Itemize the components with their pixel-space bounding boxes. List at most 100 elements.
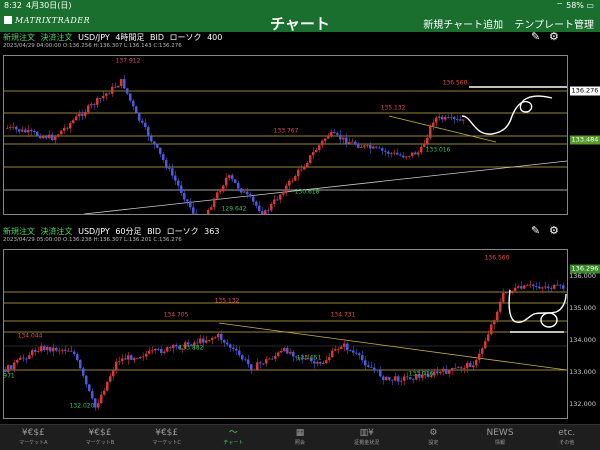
candle-body: [535, 286, 538, 287]
candle-body: [441, 116, 444, 120]
chart-canvas[interactable]: [4, 250, 567, 418]
timeframe-select[interactable]: 4時間足: [115, 33, 144, 42]
candle-body: [138, 112, 141, 121]
chart-toolbar: 新規注文 決済注文 USD/JPY 4時間足 BID ローソク 400 ✎ ⚙: [0, 31, 600, 43]
candle-body: [381, 148, 384, 151]
candle-body: [253, 369, 256, 371]
candle-body: [376, 369, 379, 371]
gear-icon[interactable]: ⚙: [549, 225, 559, 236]
settle-order-button[interactable]: 決済注文: [41, 33, 73, 42]
candle-body: [291, 180, 294, 182]
candle-body: [333, 132, 336, 134]
candle-body: [54, 136, 57, 141]
candle-body: [238, 350, 241, 356]
candle-body: [414, 152, 417, 155]
candle-body: [70, 350, 73, 352]
currency-icon: ¥€$£: [21, 428, 45, 438]
side-select[interactable]: BID: [150, 33, 164, 42]
side-select[interactable]: BID: [147, 227, 161, 236]
nav-other[interactable]: etc. その他: [533, 425, 600, 450]
currency-pair-select[interactable]: USD/JPY: [78, 33, 110, 42]
pencil-icon[interactable]: ✎: [531, 225, 540, 236]
candle-body: [351, 141, 354, 143]
y-tick: 134.000: [569, 336, 596, 344]
candle-body: [444, 116, 447, 120]
candle-body: [306, 162, 309, 167]
timeframe-select[interactable]: 60分足: [115, 227, 141, 236]
candle-body: [40, 346, 43, 352]
nav-market-a[interactable]: ¥€$£ マーケットA: [0, 425, 67, 450]
candle-body: [445, 368, 448, 374]
candle-body: [262, 363, 265, 365]
annotation-130618: 130.618: [294, 188, 320, 196]
chart-plot-area[interactable]: [3, 55, 568, 215]
candle-body: [30, 129, 33, 131]
candle-body: [154, 348, 157, 351]
candle-body: [478, 353, 481, 360]
ohlc-readout: 2023/04/29 05:00:00 O:136.238 H:136.307 …: [3, 237, 182, 243]
candle-body: [459, 119, 462, 121]
candle-body: [247, 359, 250, 365]
nav-news[interactable]: NEWS 情報: [467, 425, 534, 450]
new-order-button[interactable]: 新規注文: [3, 227, 35, 236]
bar-count[interactable]: 400: [207, 33, 222, 42]
candle-body: [15, 126, 18, 130]
candle-body: [37, 351, 40, 353]
candle-body: [405, 156, 408, 158]
candle-body: [243, 191, 246, 193]
candle-body: [289, 351, 292, 354]
candle-body: [66, 127, 69, 129]
candle-body: [316, 362, 319, 364]
candle-body: [90, 104, 93, 106]
nav-market-c[interactable]: ¥€$£ マーケットC: [133, 425, 200, 450]
candle-body: [133, 358, 136, 360]
nav-margin[interactable]: ▥¥ 証拠金状況: [333, 425, 400, 450]
chart-type-select[interactable]: ローソク: [170, 33, 202, 42]
candle-body: [264, 210, 267, 214]
y-tick: 135.000: [569, 304, 596, 312]
candle-body: [252, 196, 255, 202]
candle-body: [249, 194, 252, 197]
candle-body: [397, 376, 400, 382]
candle-body: [388, 377, 391, 380]
candle-body: [153, 141, 156, 145]
candle-body: [469, 362, 472, 368]
search-icon: ▦: [295, 428, 305, 438]
candle-body: [13, 362, 16, 370]
nav-settings[interactable]: ⚙ 設定: [400, 425, 467, 450]
candle-body: [124, 358, 127, 360]
candle-body: [199, 338, 202, 344]
etc-icon: etc.: [558, 428, 576, 438]
candle-body: [274, 355, 277, 359]
nav-inquiry[interactable]: ▦ 照会: [267, 425, 334, 450]
currency-pair-select[interactable]: USD/JPY: [78, 227, 110, 236]
candle-body: [6, 127, 9, 129]
y-tick: 133.000: [569, 368, 596, 376]
target-price-tag: 133.484: [570, 135, 600, 145]
candle-body: [63, 127, 66, 131]
candle-body: [366, 144, 369, 146]
candle-body: [42, 136, 45, 139]
candle-body: [162, 154, 165, 161]
settle-order-button[interactable]: 決済注文: [41, 227, 73, 236]
candle-body: [112, 370, 115, 377]
margin-icon: ▥¥: [359, 428, 374, 438]
candle-body: [361, 355, 364, 361]
candle-body: [475, 359, 478, 366]
chart-plot-area[interactable]: [3, 249, 568, 419]
gear-icon[interactable]: ⚙: [549, 31, 559, 42]
candle-body: [435, 117, 438, 123]
chart-type-select[interactable]: ローソク: [167, 227, 199, 236]
nav-market-b[interactable]: ¥€$£ マーケットB: [67, 425, 134, 450]
candle-body: [283, 347, 286, 351]
candle-body: [244, 359, 247, 361]
nav-chart[interactable]: 〜 チャート: [200, 425, 267, 450]
bar-count[interactable]: 363: [204, 227, 219, 236]
pencil-icon[interactable]: ✎: [531, 31, 540, 42]
app-header: MATRIXTRADER チャート 新規チャート追加 テンプレート管理: [0, 12, 600, 33]
candle-body: [502, 293, 505, 302]
new-order-button[interactable]: 新規注文: [3, 33, 35, 42]
chart-canvas[interactable]: [4, 56, 567, 214]
add-chart-button[interactable]: 新規チャート追加: [423, 20, 503, 31]
candle-body: [285, 185, 288, 194]
